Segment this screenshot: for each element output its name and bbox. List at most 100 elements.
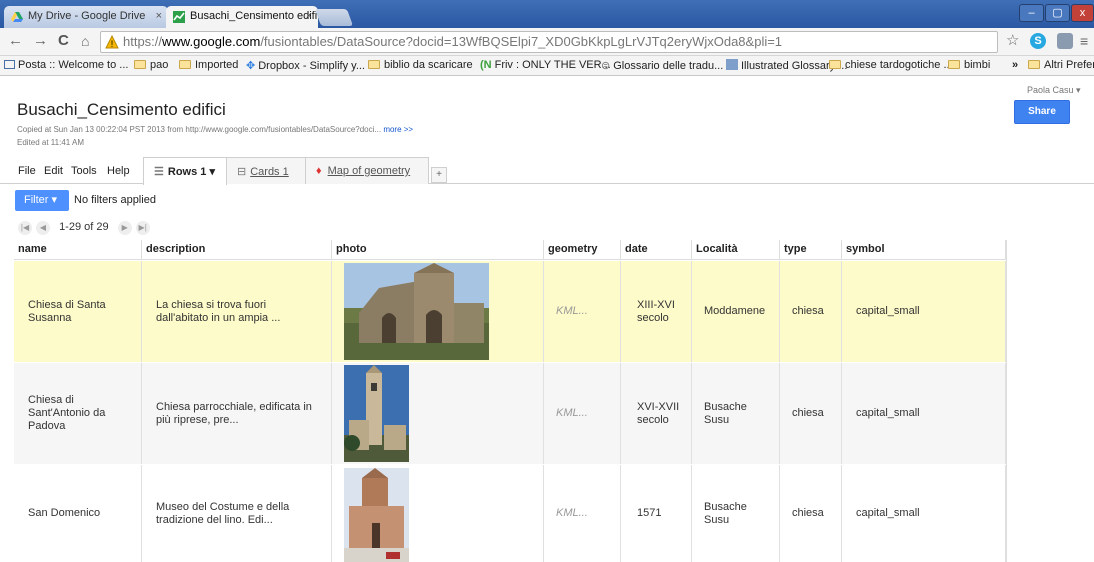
next-page-icon[interactable]: ▶ [117,221,132,235]
column-header-name[interactable]: name [14,240,142,260]
bookmark-glossario[interactable]: ⊜ Glossario delle tradu... [601,59,723,72]
bookmark-label: pao [150,59,169,71]
tab-map[interactable]: ♦ Map of geometry [305,157,429,184]
table-row[interactable]: Chiesa di Sant'Antonio da Padova Chiesa … [14,363,1006,464]
column-header-description[interactable]: description [142,240,332,260]
close-window-button[interactable]: x [1071,4,1094,22]
filter-button[interactable]: Filter ▾ [15,190,69,211]
menu-edit[interactable]: Edit [44,165,63,177]
cell-text: 1571 [637,507,662,519]
column-header-type[interactable]: type [780,240,842,260]
extension-icon[interactable] [1057,33,1073,49]
kml-link[interactable]: KML... [556,305,588,318]
user-account-menu[interactable]: Paola Casu ▾ [1027,85,1081,96]
bookmark-pao[interactable]: pao [134,59,168,71]
menu-bar: File Edit Tools Help ☰ Rows 1 ▾ ⊟ Cards 1 … [0,157,1094,185]
column-header-geometry[interactable]: geometry [544,240,621,260]
bookmark-label: Friv : ONLY THE VER... [494,59,611,71]
page-title: Busachi_Censimento edifici [17,100,226,119]
image-icon [726,59,738,70]
bookmark-label: bimbi [964,59,991,71]
tab-label: Rows 1 ▾ [167,166,215,178]
skype-icon[interactable]: S [1030,33,1046,49]
bookmark-biblio[interactable]: biblio da scaricare [368,59,473,71]
add-tab-button[interactable]: + [431,167,447,183]
page-icon: ⊜ [601,60,611,72]
cell-description: Chiesa parrocchiale, edificata in più ri… [142,363,332,464]
bookmark-label: Dropbox - Simplify y... [258,60,365,72]
cell-type: chiesa [780,261,842,362]
bookmark-chiese[interactable]: chiese tardogotiche ... [829,59,953,71]
new-tab-button[interactable] [314,9,354,26]
bookmark-dropbox[interactable]: ✥ Dropbox - Simplify y... [246,59,365,72]
tab-label: Map of geometry [327,165,411,177]
address-bar[interactable]: ! https://www.google.com/fusiontables/Da… [100,31,998,53]
edited-info: Edited at 11:41 AM [17,138,85,147]
filter-status: No filters applied [74,194,156,206]
menu-icon[interactable]: ≡ [1080,33,1088,49]
tab-busachi[interactable]: Busachi_Censimento edifi × [166,6,318,28]
cell-date: 1571 [621,465,692,562]
mail-icon [4,60,15,69]
menu-help[interactable]: Help [107,165,130,177]
google-drive-icon [11,12,23,22]
bookmark-bimbi[interactable]: bimbi [948,59,990,71]
kml-link[interactable]: KML... [556,407,588,420]
tab-rows[interactable]: ☰ Rows 1 ▾ [143,157,227,185]
prev-page-icon[interactable]: ◀ [36,221,50,235]
cell-symbol: capital_small [842,261,1006,362]
close-tab-icon[interactable]: × [306,10,312,22]
share-button[interactable]: Share [1014,100,1070,124]
cell-localita: Busache Susu [692,465,780,562]
bookmark-posta[interactable]: Posta :: Welcome to ... [4,59,128,71]
cell-text: Busache Susu [704,500,747,526]
last-page-icon[interactable]: ▶| [135,221,150,235]
cell-localita: Busache Susu [692,363,780,464]
column-header-localita[interactable]: Località [692,240,780,260]
cell-text: capital_small [856,507,920,519]
kml-link[interactable]: KML... [556,507,588,520]
menu-tools[interactable]: Tools [71,165,97,177]
cell-name: San Domenico [14,465,142,562]
minimize-button[interactable]: – [1019,4,1044,22]
table-row[interactable]: San Domenico Museo del Costume e della t… [14,465,1006,562]
column-header-symbol[interactable]: symbol [842,240,1006,260]
church-photo-santantonio[interactable] [344,365,409,462]
pager: |◀ ◀ 1-29 of 29 ▶ ▶| [18,221,154,235]
column-header-date[interactable]: date [621,240,692,260]
close-tab-icon[interactable]: × [156,10,162,22]
page-range: 1-29 of 29 [59,221,109,233]
bookmark-label: Altri Preferi [1044,59,1094,71]
cell-geometry: KML... [544,465,621,562]
more-link[interactable]: more >> [383,125,413,134]
folder-icon [1028,60,1040,69]
tab-my-drive[interactable]: My Drive - Google Drive × [4,6,168,28]
forward-icon[interactable]: → [33,33,48,49]
cell-localita: Moddamene [692,261,780,362]
folder-icon [948,60,960,69]
bookmark-label: Glossario delle tradu... [613,60,724,72]
column-header-photo[interactable]: photo [332,240,544,260]
bookmark-imported[interactable]: Imported [179,59,238,71]
cell-text: La chiesa si trova fuori dall'abitato in… [156,298,281,324]
bookmark-label: Imported [195,59,239,71]
cards-icon: ⊟ [237,166,247,178]
cell-photo [332,363,544,464]
maximize-button[interactable]: ▢ [1045,4,1070,22]
tab-cards[interactable]: ⊟ Cards 1 [226,157,306,184]
bookmark-friv[interactable]: (N Friv : ONLY THE VER... [480,59,611,71]
cell-text: capital_small [856,305,920,317]
church-photo-san-domenico[interactable] [344,468,409,562]
cell-text: capital_small [856,407,920,419]
first-page-icon[interactable]: |◀ [18,221,32,235]
bookmark-star-icon[interactable]: ☆ [1006,33,1019,49]
bookmarks-overflow-chevron[interactable]: » [1012,59,1018,71]
table-row[interactable]: Chiesa di Santa Susanna La chiesa si tro… [14,261,1006,362]
cell-text: Chiesa parrocchiale, edificata in più ri… [156,400,312,426]
menu-file[interactable]: File [18,165,36,177]
back-icon[interactable]: ← [8,33,23,49]
reload-icon[interactable]: C [58,33,69,49]
home-icon[interactable]: ⌂ [81,33,89,49]
bookmark-altri-preferiti[interactable]: Altri Preferi [1028,59,1094,71]
church-photo-santa-susanna[interactable] [344,263,489,360]
